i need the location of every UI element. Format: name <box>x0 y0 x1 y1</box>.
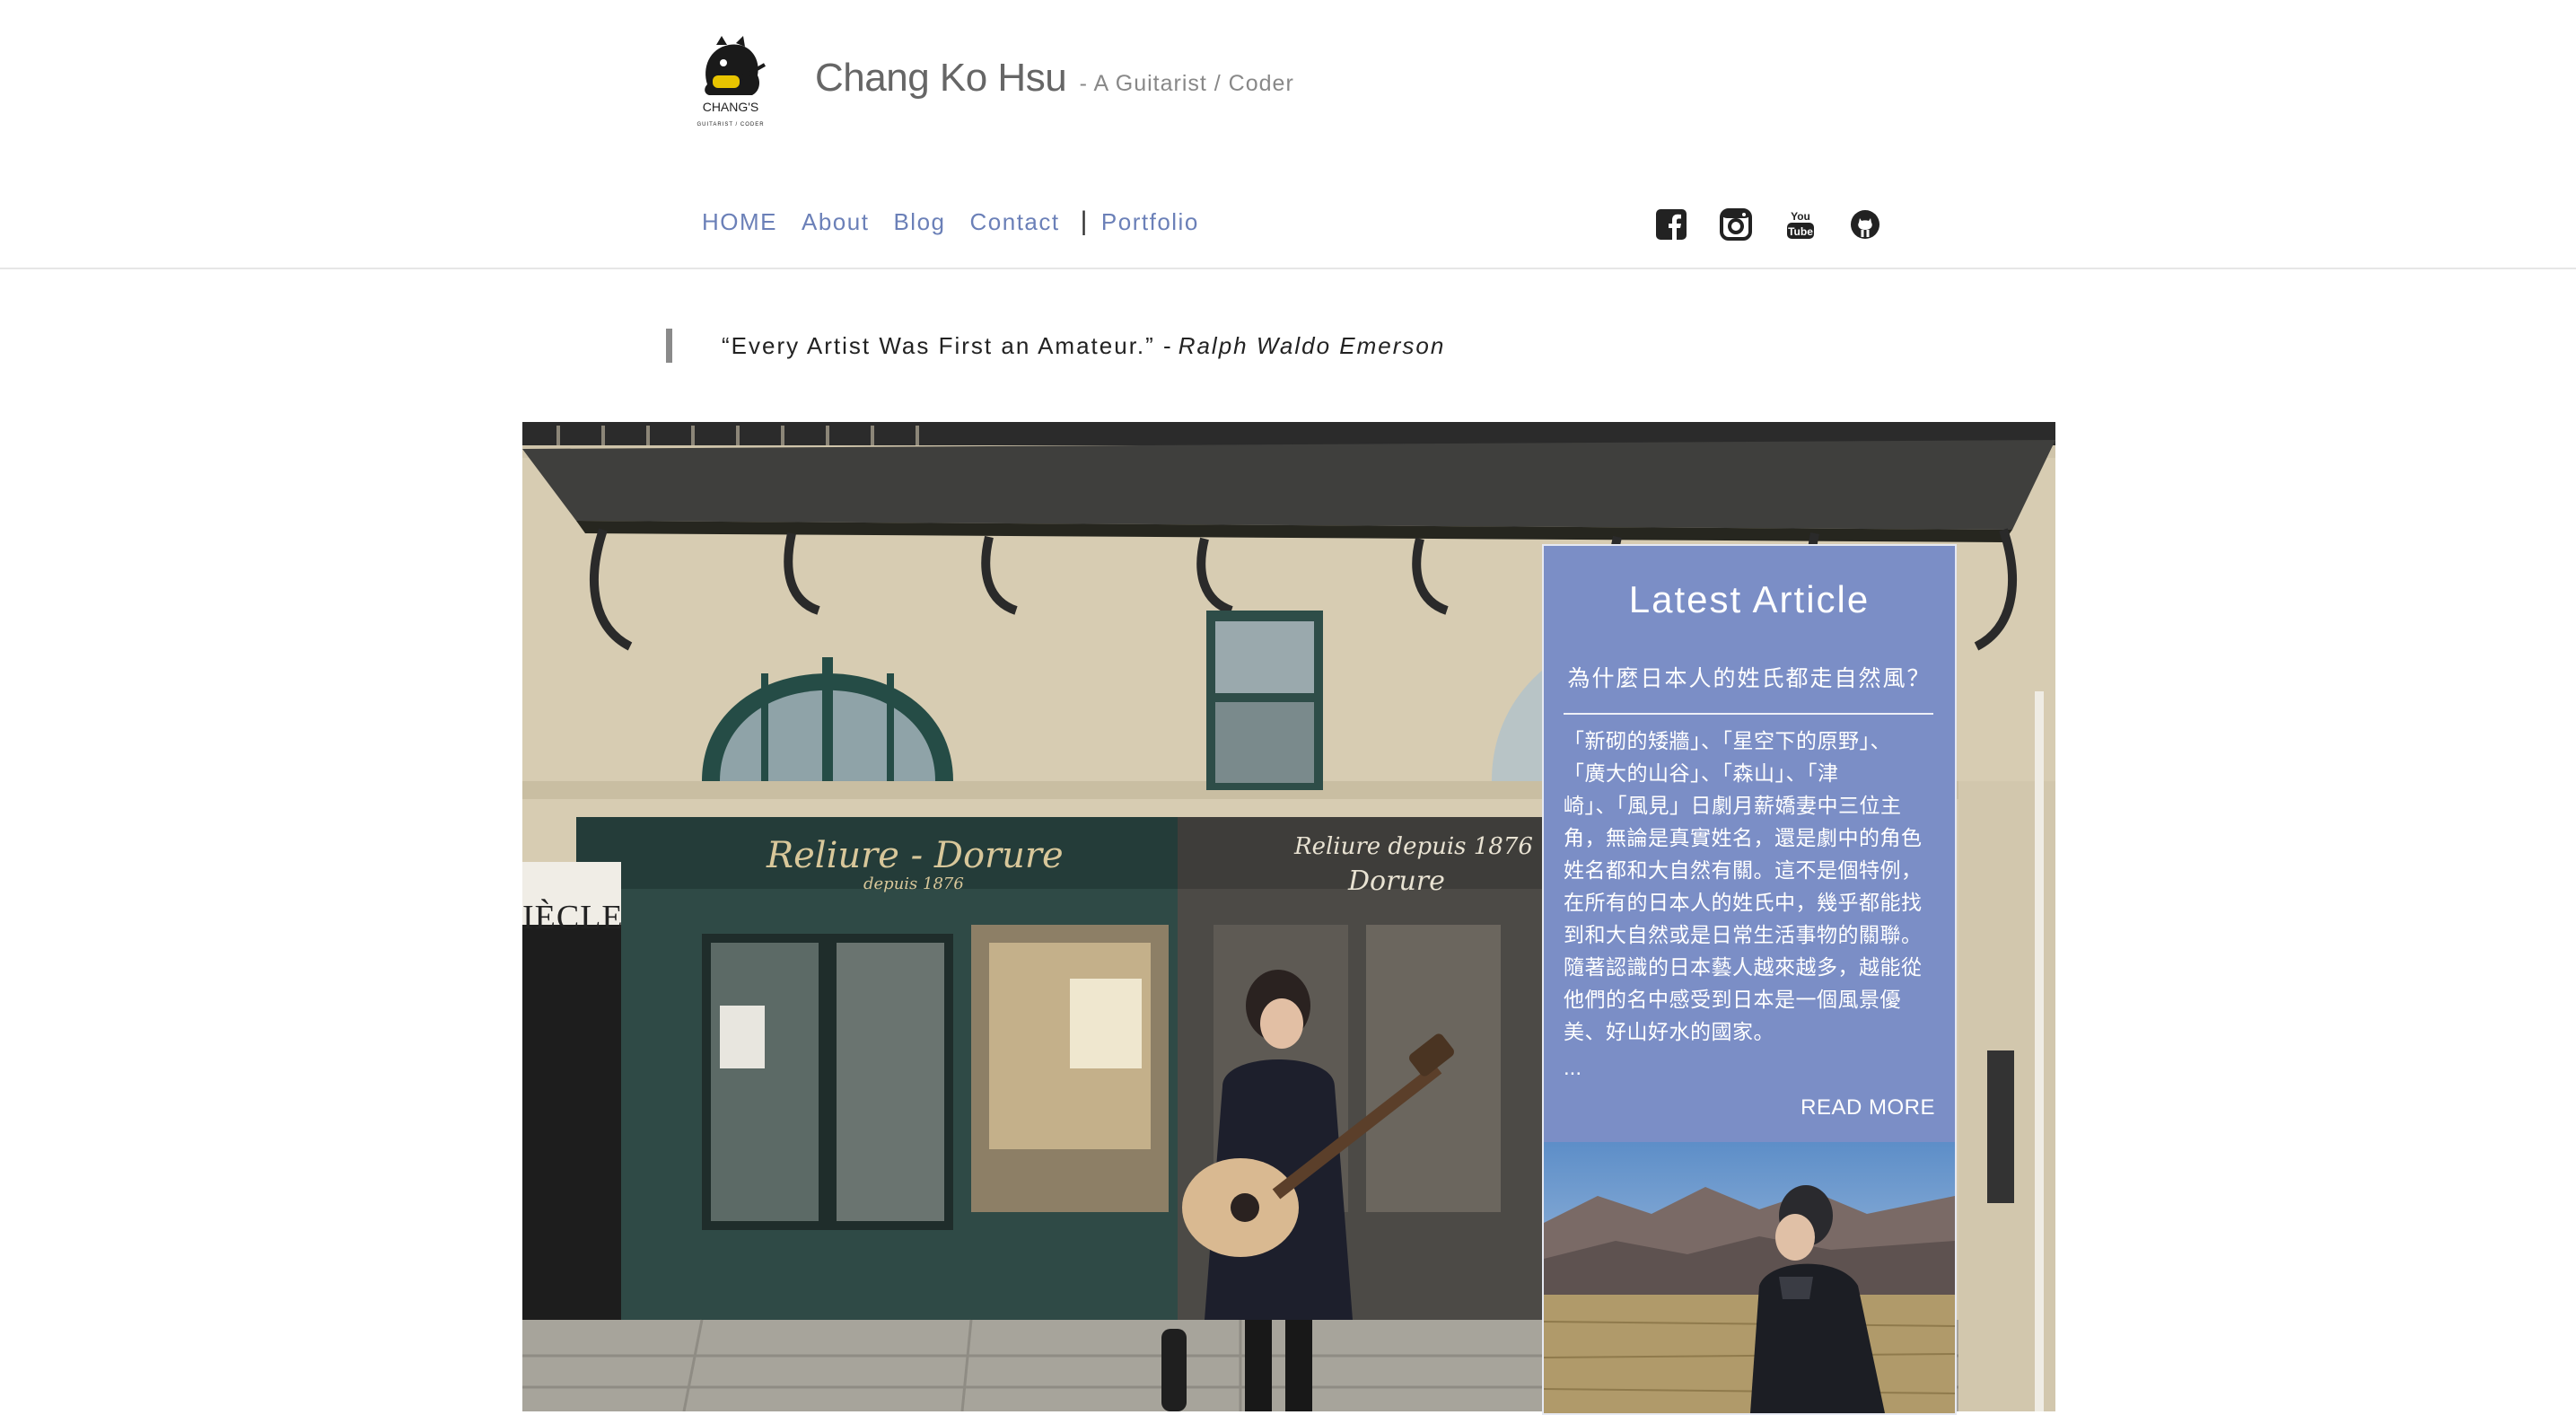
excerpt-line: 到和大自然或是日常生活事物的關聯。 <box>1564 924 1923 947</box>
article-title[interactable]: 為什麼日本人的姓氏都走自然風？ <box>1544 661 1955 693</box>
quote-block: “Every Artist Was First an Amateur.” - R… <box>666 329 1445 363</box>
shop-sign-left-text: Reliure - Dorure <box>767 835 1064 876</box>
excerpt-line: 他們的名中感受到日本是一個風景優 <box>1564 989 1901 1012</box>
shop-sign-right: Reliure depuis 1876 <box>1294 833 1533 860</box>
side-sign: IÈCLE <box>522 899 624 936</box>
excerpt-line: 姓名都和大自然有關。這不是個特例， <box>1564 859 1923 883</box>
facebook-icon[interactable] <box>1655 208 1687 241</box>
read-more-link[interactable]: READ MORE <box>1801 1095 1935 1121</box>
quote-text: “Every Artist Was First an Amateur.” - <box>722 331 1173 359</box>
site-name[interactable]: Chang Ko Hsu <box>815 56 1067 100</box>
nav-home[interactable]: HOME <box>702 208 777 236</box>
article-thumbnail[interactable] <box>1544 1142 1955 1413</box>
nav-contact[interactable]: Contact <box>970 208 1060 236</box>
shop-sign-left-sub: depuis 1876 <box>863 874 964 893</box>
github-icon[interactable] <box>1849 208 1881 241</box>
instagram-icon[interactable] <box>1720 208 1752 241</box>
site-brand: Chang Ko Hsu - A Guitarist / Coder <box>815 56 1294 101</box>
excerpt-ellipsis: ... <box>1564 1056 1582 1080</box>
nav-portfolio[interactable]: Portfolio <box>1101 208 1199 236</box>
site-logo[interactable]: CHANG'S GUITARIST / CODER <box>689 32 772 135</box>
svg-text:Tube: Tube <box>1788 225 1813 238</box>
main-nav: HOME About Blog Contact | Portfolio <box>702 207 1223 237</box>
excerpt-line: 角，無論是真實姓名，還是劇中的角色 <box>1564 827 1923 850</box>
quote-author: Ralph Waldo Emerson <box>1178 331 1446 359</box>
article-excerpt: 「新砌的矮牆」、「星空下的原野」、 「廣大的山谷」、「森山」、「津 崎」、「風見… <box>1564 725 1939 1049</box>
nav-about[interactable]: About <box>802 208 869 236</box>
site-header: CHANG'S GUITARIST / CODER Chang Ko Hsu -… <box>0 0 2576 269</box>
nav-separator: | <box>1080 207 1089 236</box>
latest-article-card[interactable]: Latest Article 為什麼日本人的姓氏都走自然風？ 「新砌的矮牆」、「… <box>1542 544 1957 1415</box>
shop-sign-right-sub: Dorure <box>1348 866 1445 897</box>
shop-sign-left: Reliure - Dorure <box>767 835 1064 876</box>
article-divider <box>1564 713 1933 715</box>
excerpt-line: 「廣大的山谷」、「森山」、「津 <box>1564 762 1839 786</box>
excerpt-line: 在所有的日本人的姓氏中，幾乎都能找 <box>1564 892 1923 915</box>
logo-subtext: GUITARIST / CODER <box>697 122 764 127</box>
excerpt-line: 崎」、「風見」日劇月薪嬌妻中三位主 <box>1564 795 1902 818</box>
latest-article-heading: Latest Article <box>1628 578 1871 620</box>
youtube-icon[interactable]: You Tube <box>1784 208 1817 241</box>
excerpt-line: 「新砌的矮牆」、「星空下的原野」、 <box>1564 730 1891 753</box>
excerpt-line: 美、好山好水的國家。 <box>1564 1021 1774 1044</box>
logo-text: CHANG'S <box>703 100 759 114</box>
svg-text:You: You <box>1791 210 1810 223</box>
social-links: You Tube <box>1655 208 1914 241</box>
nav-blog[interactable]: Blog <box>893 208 945 236</box>
excerpt-line: 隨著認識的日本藝人越來越多，越能從 <box>1564 956 1923 980</box>
site-tagline: - A Guitarist / Coder <box>1079 71 1294 96</box>
